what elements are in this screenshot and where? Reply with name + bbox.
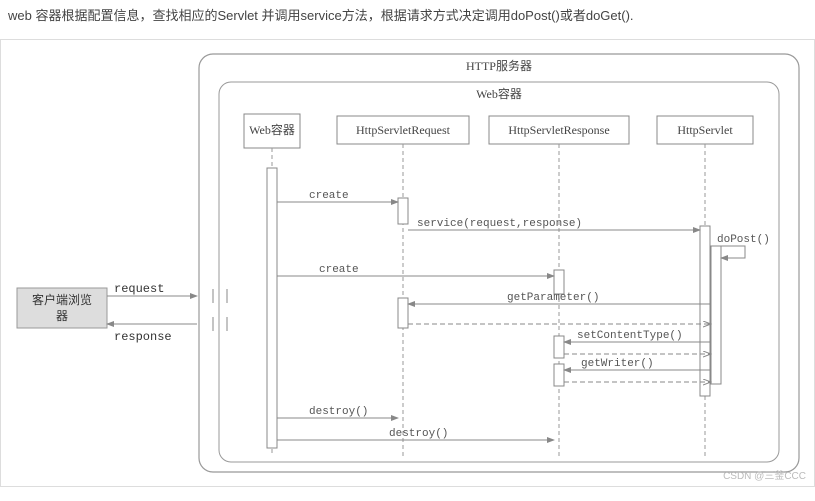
activation-web-container — [267, 168, 277, 448]
http-server-title: HTTP服务器 — [466, 58, 532, 73]
participant-web-container-label: Web容器 — [249, 122, 295, 137]
activation-response-create — [554, 270, 564, 294]
participant-http-servlet-label: HttpServlet — [677, 123, 733, 137]
participant-http-response-label: HttpServletResponse — [508, 123, 609, 137]
activation-request-create — [398, 198, 408, 224]
msg-destroy1-label: destroy() — [309, 406, 368, 418]
msg-create1-label: create — [309, 190, 349, 202]
caption-text: web 容器根据配置信息，查找相应的Servlet 并调用service方法，根… — [0, 0, 815, 39]
msg-service-label: service(request,response) — [417, 218, 582, 230]
client-browser-label-2: 器 — [56, 309, 68, 323]
msg-dopost-label: doPost() — [717, 234, 770, 246]
diagram-svg: HTTP服务器 Web容器 Web容器 HttpServletRequest H… — [9, 48, 804, 478]
msg-getwriter-label: getWriter() — [581, 358, 654, 370]
msg-setct-label: setContentType() — [577, 330, 683, 342]
web-container-title: Web容器 — [476, 86, 522, 101]
msg-create2-label: create — [319, 264, 359, 276]
activation-request-getparam — [398, 298, 408, 328]
msg-destroy2-label: destroy() — [389, 428, 448, 440]
msg-getparam-label: getParameter() — [507, 292, 599, 304]
label-request: request — [114, 282, 164, 296]
watermark: CSDN @三釜CCC — [723, 467, 806, 482]
label-response: response — [114, 330, 172, 344]
participant-http-request-label: HttpServletRequest — [356, 123, 451, 137]
sequence-diagram: HTTP服务器 Web容器 Web容器 HttpServletRequest H… — [0, 39, 815, 487]
client-browser-label-1: 客户端浏览 — [32, 292, 92, 307]
activation-response-getwriter — [554, 364, 564, 386]
activation-response-setct — [554, 336, 564, 358]
activation-servlet-dopost — [711, 246, 721, 384]
